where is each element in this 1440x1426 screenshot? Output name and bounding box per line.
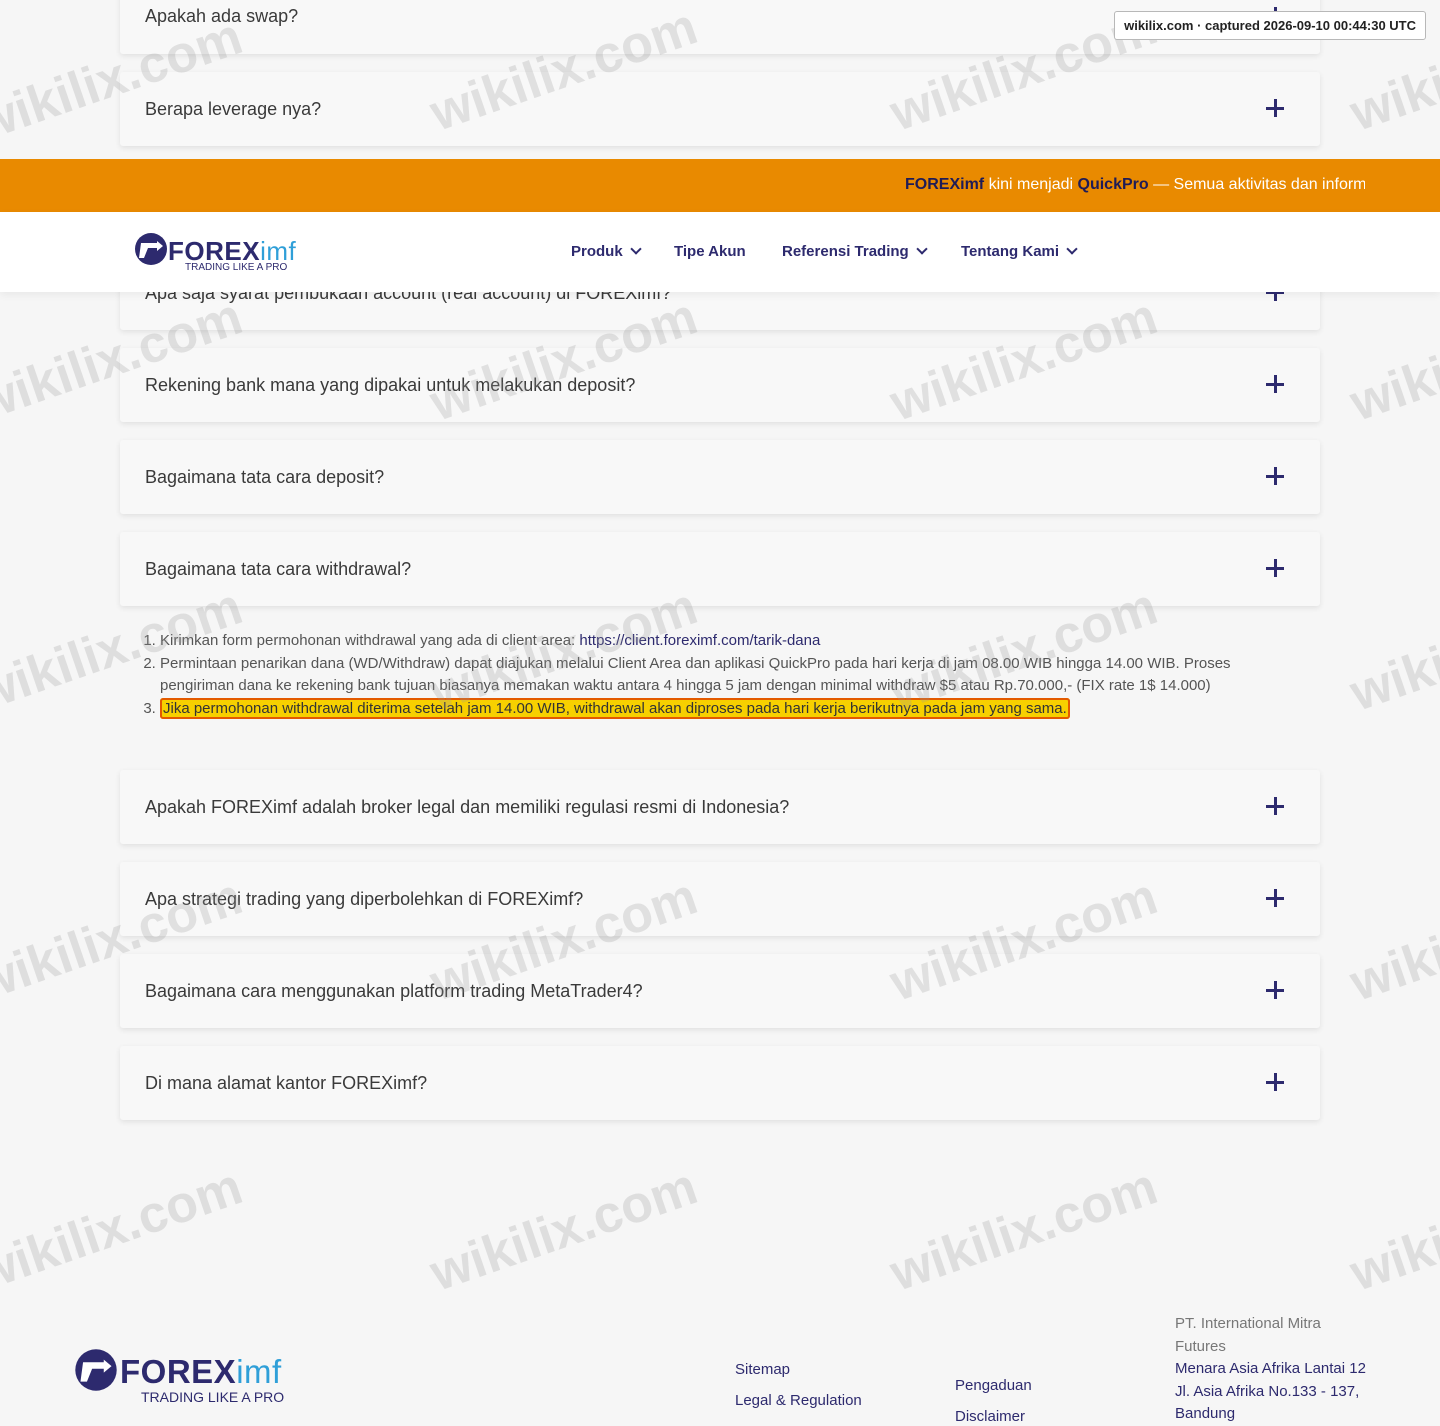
answer-step-2: Permintaan penarikan dana (WD/Withdraw) … xyxy=(160,653,1242,698)
footer-link-pengaduan[interactable]: Pengaduan xyxy=(955,1377,1032,1394)
faq-question: Apa strategi trading yang diperbolehkan … xyxy=(145,889,584,909)
faq-question: Apakah ada swap? xyxy=(145,6,299,26)
footer-link-sitemap[interactable]: Sitemap xyxy=(735,1361,790,1378)
nav-tentang-kami[interactable]: Tentang Kami xyxy=(961,212,1078,292)
company-name: PT. International Mitra Futures xyxy=(1175,1315,1321,1355)
chevron-down-icon xyxy=(1066,243,1078,255)
expand-plus-icon[interactable] xyxy=(1266,375,1284,393)
faq-item-legal-regulation[interactable]: Apakah FOREXimf adalah broker legal dan … xyxy=(120,770,1320,844)
answer-step-3: Jika permohonan withdrawal diterima sete… xyxy=(160,697,1242,721)
faq-item-office-address[interactable]: Di mana alamat kantor FOREXimf? xyxy=(120,1046,1320,1120)
faq-question: Di mana alamat kantor FOREXimf? xyxy=(145,1073,428,1093)
nav-referensi-trading[interactable]: Referensi Trading xyxy=(782,212,928,292)
watermark: wikilix.com xyxy=(883,1157,1165,1303)
watermark: wikilix.com xyxy=(1343,867,1440,1013)
company-address[interactable]: Menara Asia Afrika Lantai 12 Jl. Asia Af… xyxy=(1175,1358,1375,1426)
faq-question: Apakah FOREXimf adalah broker legal dan … xyxy=(145,797,790,817)
foreximf-logo[interactable]: FOREXimf TRADING LIKE A PRO xyxy=(134,232,296,276)
faq-item-withdrawal-procedure[interactable]: Bagaimana tata cara withdrawal? xyxy=(120,532,1320,606)
faq-question: Bagaimana tata cara deposit? xyxy=(145,467,385,487)
logo-arrow-icon xyxy=(135,233,167,265)
withdrawal-answer: Kirimkan form permohonan withdrawal yang… xyxy=(142,630,1242,720)
nav-tipe-akun[interactable]: Tipe Akun xyxy=(674,212,746,292)
faq-question: Bagaimana cara menggunakan platform trad… xyxy=(145,981,643,1001)
capture-timestamp: wikilix.com · captured 2026-09-10 00:44:… xyxy=(1114,11,1426,40)
logo-tagline: TRADING LIKE A PRO xyxy=(141,1389,285,1405)
logo-tagline: TRADING LIKE A PRO xyxy=(185,262,288,273)
watermark: wikilix.com xyxy=(1343,1157,1440,1303)
expand-plus-icon[interactable] xyxy=(1266,559,1284,577)
faq-item-trading-strategy[interactable]: Apa strategi trading yang diperbolehkan … xyxy=(120,862,1320,936)
watermark: wikilix.com xyxy=(423,1157,705,1303)
company-info: PT. International Mitra Futures Menara A… xyxy=(1175,1313,1375,1426)
faq-question: Bagaimana tata cara withdrawal? xyxy=(145,559,412,579)
faq-item-leverage[interactable]: Berapa leverage nya? xyxy=(120,72,1320,146)
announcement-banner: FOREXimf kini menjadi QuickPro — Semua a… xyxy=(0,159,1440,212)
expand-plus-icon[interactable] xyxy=(1266,889,1284,907)
chevron-down-icon xyxy=(630,243,642,255)
footer-link-legal[interactable]: Legal & Regulation xyxy=(735,1392,862,1409)
chevron-down-icon xyxy=(916,243,928,255)
client-area-link[interactable]: https://client.foreximf.com/tarik-dana xyxy=(579,632,820,649)
expand-plus-icon[interactable] xyxy=(1266,797,1284,815)
footer-logo[interactable]: FOREXimf TRADING LIKE A PRO xyxy=(74,1348,284,1408)
logo-arrow-icon xyxy=(75,1349,117,1391)
faq-question: Rekening bank mana yang dipakai untuk me… xyxy=(145,375,636,395)
highlighted-text: Jika permohonan withdrawal diterima sete… xyxy=(160,697,1070,719)
watermark: wikilix.com xyxy=(0,1157,250,1303)
watermark: wikilix.com xyxy=(1343,577,1440,723)
expand-plus-icon[interactable] xyxy=(1266,981,1284,999)
expand-plus-icon[interactable] xyxy=(1266,99,1284,117)
expand-plus-icon[interactable] xyxy=(1266,1073,1284,1091)
faq-item-deposit-procedure[interactable]: Bagaimana tata cara deposit? xyxy=(120,440,1320,514)
faq-item-metatrader4[interactable]: Bagaimana cara menggunakan platform trad… xyxy=(120,954,1320,1028)
faq-item-deposit-bank[interactable]: Rekening bank mana yang dipakai untuk me… xyxy=(120,348,1320,422)
watermark: wikilix.com xyxy=(1343,287,1440,433)
announcement-ticker: FOREXimf kini menjadi QuickPro — Semua a… xyxy=(905,176,1365,193)
main-navbar: FOREXimf TRADING LIKE A PRO Produk Tipe … xyxy=(0,212,1440,292)
faq-question: Berapa leverage nya? xyxy=(145,99,322,119)
nav-produk[interactable]: Produk xyxy=(571,212,642,292)
answer-step-1: Kirimkan form permohonan withdrawal yang… xyxy=(160,630,1242,653)
expand-plus-icon[interactable] xyxy=(1266,467,1284,485)
logo-wordmark: FOREXimf xyxy=(120,1353,282,1390)
